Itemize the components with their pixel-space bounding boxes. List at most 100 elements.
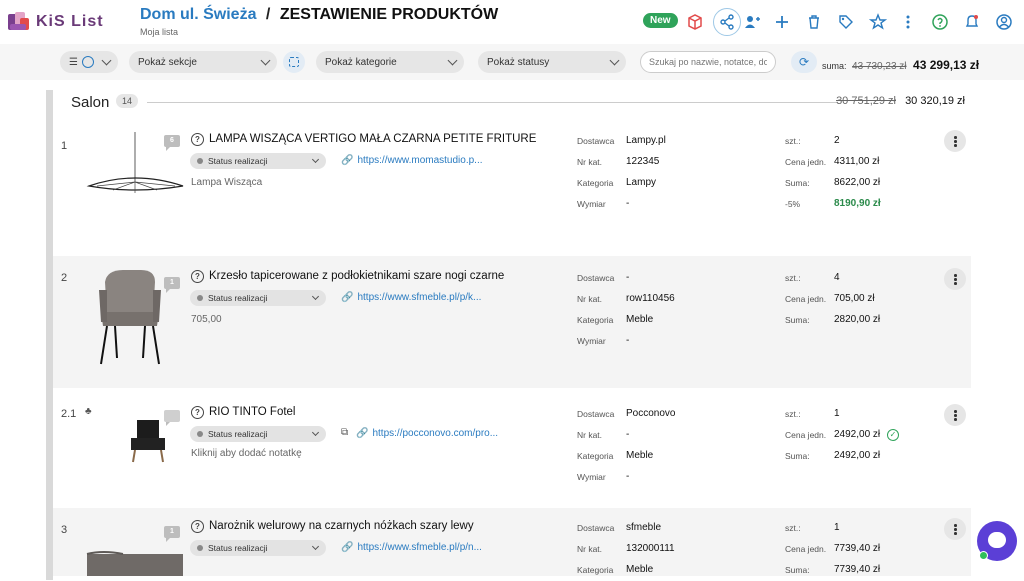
dimension-label: Wymiar [577,199,606,209]
help-icon[interactable]: ? [191,133,204,146]
product-row[interactable]: 1 6 ? LAMPA WISZĄCA VERTIGO MAŁA CZARNA … [53,130,971,254]
category-value[interactable]: Lampy [626,177,656,188]
qty-label: szt.: [785,409,801,419]
sections-filter[interactable]: Pokaż sekcje [129,51,277,73]
unit-price-label: Cena jedn. [785,430,827,440]
notification-icon[interactable] [958,8,986,36]
status-select[interactable]: Status realizacji [190,426,326,442]
comments-badge[interactable] [164,410,180,426]
row-number: 2.1 [61,408,77,420]
more-vertical-icon[interactable] [894,8,922,36]
refresh-button[interactable]: ⟳ [791,51,817,73]
star-icon[interactable] [864,8,892,36]
product-note[interactable]: Kliknij aby dodać notatkę [191,448,302,459]
row-menu-button[interactable] [944,268,966,290]
status-label: Status realizacji [208,293,268,303]
unit-price-label: Cena jedn. [785,157,827,167]
chat-button[interactable] [977,521,1017,561]
supplier-label: Dostawca [577,273,615,283]
scan-icon [289,57,299,67]
comments-badge[interactable]: 1 [164,277,180,293]
product-row[interactable]: 2.1 ♣ ? RIO TINTO Fotel Status realizacj… [53,392,971,504]
product-link[interactable]: 🔗 https://www.sfmeble.pl/p/n... [341,542,482,553]
section-header[interactable]: Salon 14 30 751,29 zł 30 320,19 zł [71,92,971,114]
unit-price-value[interactable]: 705,00 zł [834,293,875,304]
sum-old: 43 730,23 zł [852,61,907,72]
catalog-value[interactable]: - [626,429,629,440]
statuses-filter[interactable]: Pokaż statusy [478,51,626,73]
dimension-value[interactable]: - [626,198,629,209]
help-icon[interactable] [926,8,954,36]
sum-label: suma: [822,61,847,71]
help-icon[interactable]: ? [191,270,204,283]
supplier-value[interactable]: sfmeble [626,522,661,533]
status-select[interactable]: Status realizacji [190,290,326,306]
account-icon[interactable] [990,8,1018,36]
comments-badge[interactable]: 1 [164,526,180,542]
row-menu-button[interactable] [944,518,966,540]
qty-value[interactable]: 1 [834,408,840,419]
supplier-value[interactable]: Lampy.pl [626,135,666,146]
product-name[interactable]: Krzesło tapicerowane z podłokietnikami s… [209,270,504,282]
product-note[interactable]: Lampa Wisząca [191,177,262,188]
scan-button[interactable] [283,51,305,73]
product-link[interactable]: 🔗 https://pocconovo.com/pro... [356,428,498,439]
discount-label[interactable]: -5% [785,199,800,209]
product-note[interactable]: 705,00 [191,314,222,325]
share-icon[interactable] [713,8,741,36]
categories-filter[interactable]: Pokaż kategorie [316,51,464,73]
catalog-value[interactable]: row110456 [626,293,675,304]
link-icon: 🔗 [341,155,354,166]
product-name[interactable]: RIO TINTO Fotel [209,406,295,418]
dimension-value[interactable]: - [626,335,629,346]
app-logo[interactable]: KiS List [6,10,104,34]
comments-badge[interactable]: 6 [164,135,180,151]
qty-value[interactable]: 4 [834,272,840,283]
help-icon[interactable]: ? [191,520,204,533]
unit-price-value[interactable]: 4311,00 zł [834,156,879,167]
category-value[interactable]: Meble [626,314,653,325]
product-image[interactable] [83,548,193,576]
category-label: Kategoria [577,565,614,575]
help-icon[interactable]: ? [191,406,204,419]
product-name[interactable]: Narożnik welurowy na czarnych nóżkach sz… [209,520,474,532]
dimension-value[interactable]: - [626,471,629,482]
unit-price-value[interactable]: 7739,40 zł [834,543,880,554]
add-user-icon[interactable] [738,8,766,36]
catalog-value[interactable]: 132000111 [626,543,675,554]
link-icon: 🔗 [356,428,369,439]
trash-icon[interactable] [800,8,828,36]
unit-price-label: Cena jedn. [785,294,827,304]
row-menu-button[interactable] [944,130,966,152]
qty-value[interactable]: 2 [834,135,840,146]
qty-label: szt.: [785,523,801,533]
status-select[interactable]: Status realizacji [190,153,326,169]
category-value[interactable]: Meble [626,564,653,575]
supplier-value[interactable]: Pocconovo [626,408,675,419]
tag-icon[interactable] [832,8,860,36]
dimension-label: Wymiar [577,336,606,346]
row-menu-button[interactable] [944,404,966,426]
total-label: Suma: [785,451,810,461]
product-name[interactable]: LAMPA WISZĄCA VERTIGO MAŁA CZARNA PETITE… [209,133,536,145]
product-link[interactable]: 🔗 https://www.momastudio.p... [341,155,483,166]
product-link-text: https://www.momastudio.p... [357,155,483,166]
status-select[interactable]: Status realizacji [190,540,326,556]
supplier-value[interactable]: - [626,272,629,283]
category-value[interactable]: Meble [626,450,653,461]
unit-price-value[interactable]: 2492,00 zł [834,429,880,440]
new-badge[interactable]: New [643,13,678,28]
catalog-value[interactable]: 122345 [626,156,659,167]
package-icon[interactable]: ⧉ [341,427,348,438]
qty-value[interactable]: 1 [834,522,840,533]
product-link[interactable]: 🔗 https://www.sfmeble.pl/p/k... [341,292,481,303]
product-row[interactable]: 2 1 ? Krzesło tapicerowane z podłokietni… [53,256,971,388]
product-row[interactable]: 3 1 ? Narożnik welurowy na czarnych nóżk… [53,508,971,576]
project-name[interactable]: Dom ul. Świeża [140,6,256,23]
sum-new: 43 299,13 zł [913,58,980,72]
view-mode-select[interactable]: ☰ [60,51,118,73]
page-header: Dom ul. Świeża / ZESTAWIENIE PRODUKTÓW M… [140,6,498,37]
plus-icon[interactable] [768,8,796,36]
package-icon[interactable] [681,8,709,36]
search-input[interactable] [640,51,776,73]
